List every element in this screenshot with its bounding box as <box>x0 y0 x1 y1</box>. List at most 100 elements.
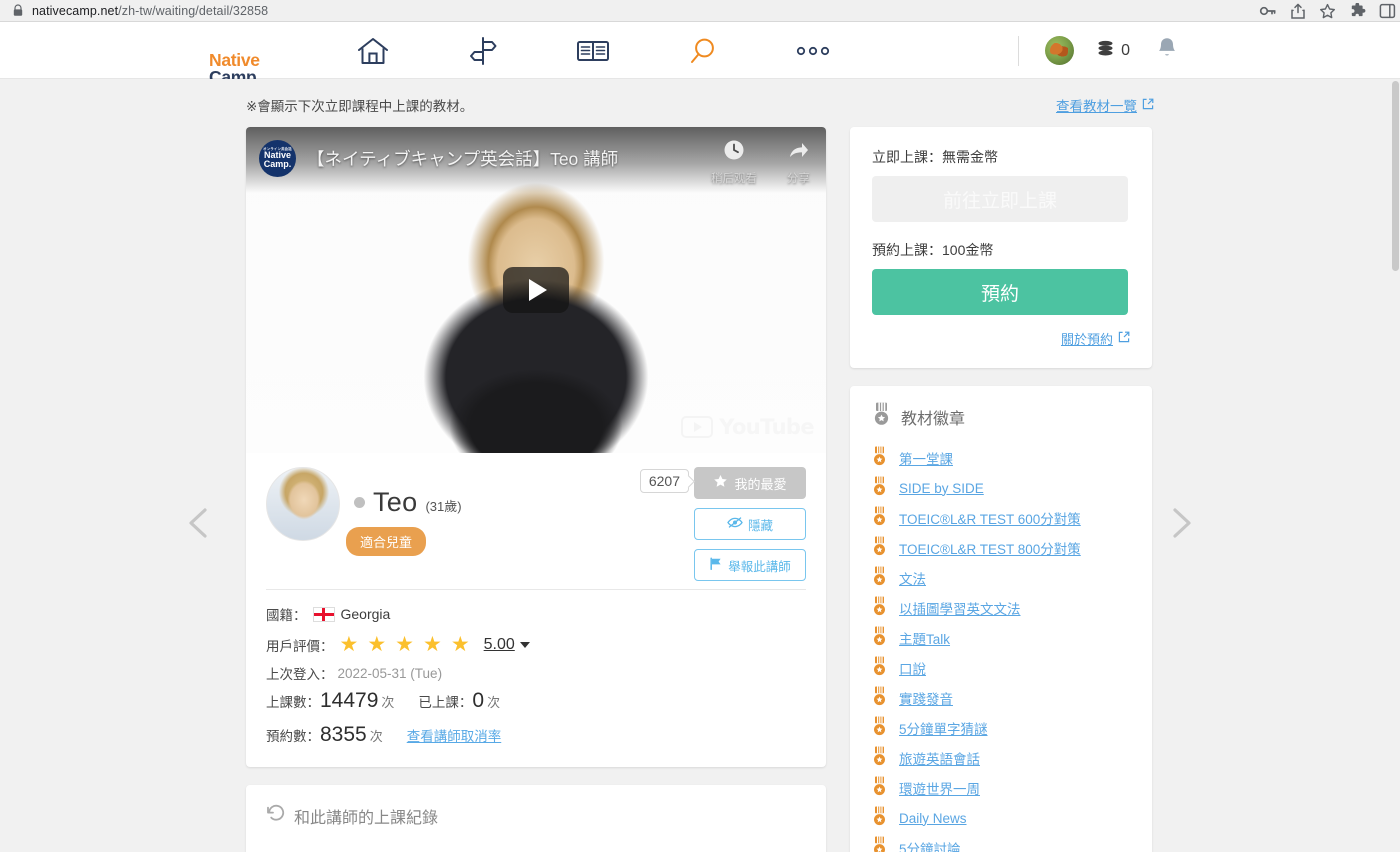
clock-icon <box>723 139 745 166</box>
last-login-row: 上次登入： 2022-05-31 (Tue) <box>266 663 806 683</box>
badge-link[interactable]: 5分鐘討論 <box>899 838 961 852</box>
badge-medal-icon <box>872 596 887 621</box>
header-right-controls: 0 <box>1018 22 1178 79</box>
sidebar-icon[interactable] <box>1379 3 1396 19</box>
video-title[interactable]: 【ネイティブキャンプ英会話】Teo 講師 <box>307 146 618 171</box>
about-reservation-link[interactable]: 關於預約 <box>872 329 1130 348</box>
list-item[interactable]: 文法 <box>872 563 1130 593</box>
bookmark-star-icon[interactable] <box>1319 3 1336 20</box>
play-button[interactable] <box>503 267 569 313</box>
external-link-icon <box>1142 98 1154 113</box>
list-item[interactable]: 以插圖學習英文文法 <box>872 593 1130 623</box>
teacher-avatar[interactable] <box>266 467 340 541</box>
list-item[interactable]: 5分鐘討論 <box>872 833 1130 852</box>
list-item[interactable]: SIDE by SIDE <box>872 473 1130 503</box>
notifications-button[interactable] <box>1156 36 1178 65</box>
cancel-rate-link[interactable]: 查看講師取消率 <box>407 725 502 745</box>
nav-item-home[interactable] <box>318 22 428 79</box>
list-item[interactable]: 實踐發音 <box>872 683 1130 713</box>
video-actions: 稍后观看 分享 <box>711 139 810 186</box>
reservations-unit: 次 <box>369 728 383 744</box>
list-item[interactable]: Daily News <box>872 803 1130 833</box>
taken-unit: 次 <box>487 694 501 710</box>
nav-item-more[interactable] <box>758 22 868 79</box>
badge-link[interactable]: 口說 <box>899 658 926 678</box>
share-video-label: 分享 <box>787 173 810 185</box>
badge-link[interactable]: TOEIC®L&R TEST 800分對策 <box>899 538 1081 558</box>
badge-medal-icon <box>872 476 887 501</box>
home-icon <box>356 36 390 66</box>
badge-medal-icon <box>872 806 887 831</box>
favorite-button[interactable]: 我的最愛 <box>694 467 806 499</box>
taken-label: 已上課： <box>418 695 473 710</box>
nav-item-signpost[interactable] <box>428 22 538 79</box>
badge-link[interactable]: 主題Talk <box>899 628 950 648</box>
badge-medal-icon <box>872 716 887 741</box>
online-status-dot <box>354 497 365 508</box>
badge-link[interactable]: 以插圖學習英文文法 <box>899 598 1021 618</box>
badge-medal-icon <box>872 626 887 651</box>
page-content: ※會顯示下次立即課程中上課的教材。 查看教材一覽 オンライン英会話 Native… <box>246 79 1154 852</box>
list-item[interactable]: 環遊世界一周 <box>872 773 1130 803</box>
badge-link[interactable]: 實踐發音 <box>899 688 953 708</box>
prev-teacher-arrow[interactable] <box>180 503 220 543</box>
badge-link[interactable]: TOEIC®L&R TEST 600分對策 <box>899 508 1081 528</box>
url-text[interactable]: nativecamp.net/zh-tw/waiting/detail/3285… <box>32 4 268 18</box>
badge-medal-icon <box>872 506 887 531</box>
badge-link[interactable]: 旅遊英語會話 <box>899 748 980 768</box>
list-item[interactable]: 第一堂課 <box>872 443 1130 473</box>
taken-value: 0 <box>472 689 485 712</box>
list-item[interactable]: TOEIC®L&R TEST 800分對策 <box>872 533 1130 563</box>
rating-value[interactable]: 5.00 <box>484 636 515 654</box>
share-icon[interactable] <box>1290 3 1306 20</box>
nav-item-book[interactable] <box>538 22 648 79</box>
video-channel-avatar[interactable]: オンライン英会話 Native Camp. <box>259 140 296 177</box>
badge-link[interactable]: 5分鐘單字猜謎 <box>899 718 988 738</box>
booking-card: 立即上課：無需金幣 前往立即上課 預約上課：100金幣 預約 關於預約 <box>850 127 1152 368</box>
hide-teacher-button[interactable]: 隱藏 <box>694 508 806 540</box>
materials-list-link[interactable]: 查看教材一覽 <box>1056 95 1154 115</box>
page-scrollbar-thumb[interactable] <box>1392 81 1399 271</box>
page-body: ※會顯示下次立即課程中上課的教材。 查看教材一覽 オンライン英会話 Native… <box>0 79 1400 852</box>
left-column: オンライン英会話 Native Camp. 【ネイティブキャンプ英会話】Teo … <box>246 127 826 852</box>
avatar[interactable] <box>1045 36 1075 65</box>
badge-link[interactable]: Daily News <box>899 811 967 826</box>
two-column-layout: オンライン英会話 Native Camp. 【ネイティブキャンプ英会話】Teo … <box>246 127 1154 852</box>
list-item[interactable]: TOEIC®L&R TEST 600分對策 <box>872 503 1130 533</box>
watch-later-button[interactable]: 稍后观看 <box>711 139 757 186</box>
list-item[interactable]: 口說 <box>872 653 1130 683</box>
badge-link[interactable]: 文法 <box>899 568 926 588</box>
page-scrollbar[interactable] <box>1391 79 1400 852</box>
chevron-down-icon[interactable] <box>519 641 530 648</box>
coin-balance[interactable]: 0 <box>1096 40 1130 62</box>
list-item[interactable]: 主題Talk <box>872 623 1130 653</box>
instant-lesson-button[interactable]: 前往立即上課 <box>872 176 1128 222</box>
share-video-button[interactable]: 分享 <box>787 139 810 186</box>
next-teacher-arrow[interactable] <box>1160 503 1200 543</box>
badge-link[interactable]: SIDE by SIDE <box>899 481 984 496</box>
badge-medal-icon <box>872 536 887 561</box>
list-item[interactable]: 5分鐘單字猜謎 <box>872 713 1130 743</box>
badge-medal-icon <box>872 566 887 591</box>
extensions-puzzle-icon[interactable] <box>1349 2 1366 20</box>
georgia-flag-icon <box>312 606 335 622</box>
url-path: /zh-tw/waiting/detail/32858 <box>118 3 269 18</box>
book-icon <box>576 38 610 64</box>
key-icon[interactable] <box>1259 3 1277 19</box>
rating-row: 用戶評價： ★ ★ ★ ★ ★ 5.00 <box>266 634 806 655</box>
report-teacher-button[interactable]: 舉報此講師 <box>694 549 806 581</box>
nav-item-search[interactable] <box>648 22 758 79</box>
favorite-button-label: 我的最愛 <box>734 476 787 492</box>
badge-link[interactable]: 第一堂課 <box>899 448 953 468</box>
badge-link[interactable]: 環遊世界一周 <box>899 778 980 798</box>
teacher-video-player[interactable]: オンライン英会話 Native Camp. 【ネイティブキャンプ英会話】Teo … <box>246 127 826 453</box>
kids-friendly-badge: 適合兒童 <box>346 527 427 556</box>
external-link-icon <box>1118 331 1130 346</box>
lessons-label: 上課數： <box>266 695 320 710</box>
reserve-button[interactable]: 預約 <box>872 269 1128 315</box>
list-item[interactable]: 旅遊英語會話 <box>872 743 1130 773</box>
badge-medal-icon <box>872 776 887 801</box>
material-badges-list: 第一堂課 SIDE by SIDE TOEIC®L&R TEST 600分對策 … <box>872 443 1130 852</box>
nationality-label: 國籍： <box>266 608 307 623</box>
nationality-row: 國籍： Georgia <box>266 604 806 624</box>
